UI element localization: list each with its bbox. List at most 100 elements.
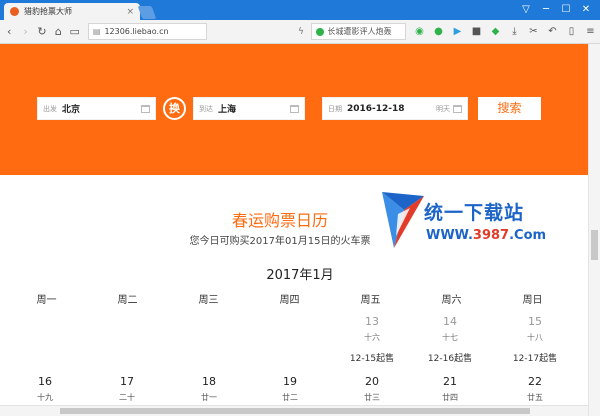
calendar-icon[interactable] xyxy=(453,104,462,113)
weekday-mon: 周一 xyxy=(36,295,57,306)
lunar-date: 十六 xyxy=(364,333,380,342)
search-engine-icon xyxy=(315,27,324,36)
date-label: 日期 xyxy=(328,104,342,113)
calendar-day[interactable]: 21 廿四 xyxy=(415,375,485,403)
calendar-day[interactable]: 19 廿二 xyxy=(255,375,325,403)
lunar-date: 十九 xyxy=(37,393,53,402)
station-list-icon[interactable] xyxy=(290,104,299,113)
weekday-thu: 周四 xyxy=(279,295,300,306)
extension-bar: ◉ ● ▶ ■ ◆ ⤓ ✂ ↶ ▯ ≡ xyxy=(410,23,600,41)
calendar-day[interactable]: 13 十六 12-15起售 xyxy=(337,315,407,364)
sale-start: 12-15起售 xyxy=(349,354,395,364)
search-banner: 出发 北京 换 到达 上海 日期 2016-12-18 明天 搜索 xyxy=(0,44,600,175)
day-number: 13 xyxy=(365,315,379,328)
swap-stations-button[interactable]: 换 xyxy=(163,97,186,120)
skin-icon[interactable]: ▽ xyxy=(516,2,536,18)
search-box-text: 长城遭影评人炮轰 xyxy=(327,27,392,36)
back-icon[interactable]: ‹ xyxy=(2,23,16,41)
calendar-day[interactable]: 22 廿五 xyxy=(500,375,570,403)
date-hint: 明天 xyxy=(436,104,450,113)
watermark-url-prefix: WWW. xyxy=(426,228,473,243)
undo-icon[interactable]: ↶ xyxy=(543,23,562,41)
day-number: 22 xyxy=(528,375,542,388)
sale-start: 12-17起售 xyxy=(512,354,558,364)
weekday-sun: 周日 xyxy=(522,295,543,306)
from-station-field[interactable]: 出发 北京 xyxy=(37,97,156,120)
calendar-day[interactable]: 15 十八 12-17起售 xyxy=(500,315,570,364)
extension-icon-1[interactable]: ◉ xyxy=(410,23,429,41)
day-number: 20 xyxy=(365,375,379,388)
minimize-icon[interactable]: ─ xyxy=(536,2,556,18)
forward-icon[interactable]: › xyxy=(18,23,32,41)
lunar-date: 十七 xyxy=(442,333,458,342)
station-list-icon[interactable] xyxy=(141,104,150,113)
calendar-subtitle: 您今日可购买2017年01月15日的火车票 xyxy=(189,236,371,247)
calendar-day[interactable]: 16 十九 xyxy=(10,375,80,403)
mask-icon[interactable]: ■ xyxy=(467,23,486,41)
lunar-date: 廿五 xyxy=(527,393,543,402)
tab-close-icon[interactable]: × xyxy=(126,7,134,17)
lunar-date: 廿一 xyxy=(201,393,217,402)
close-window-icon[interactable]: ✕ xyxy=(576,2,596,18)
sale-start: 12-16起售 xyxy=(427,354,473,364)
calendar-day[interactable]: 14 十七 12-16起售 xyxy=(415,315,485,364)
refresh-icon[interactable]: ↻ xyxy=(35,23,49,41)
weekday-header: 周一 周二 周三 周四 周五 周六 周日 xyxy=(6,291,594,306)
from-label: 出发 xyxy=(43,104,57,113)
browser-toolbar: ‹ › ↻ ⌂ ▭ ▤ 12306.liebao.cn ϟ 长城遭影评人炮轰 ◉… xyxy=(0,20,600,44)
calendar-month: 2017年1月 xyxy=(266,268,334,283)
weekday-tue: 周二 xyxy=(117,295,138,306)
home-icon[interactable]: ⌂ xyxy=(51,23,65,41)
browser-titlebar: 猎豹抢票大师 × ▽ ─ ☐ ✕ xyxy=(0,0,600,20)
weekday-wed: 周三 xyxy=(198,295,219,306)
new-tab-button[interactable] xyxy=(137,6,157,19)
play-icon[interactable]: ▶ xyxy=(448,23,467,41)
watermark-url: WWW.3987.Com xyxy=(426,228,546,243)
browser-search-box[interactable]: 长城遭影评人炮轰 xyxy=(310,23,406,40)
address-bar[interactable]: ▤ 12306.liebao.cn xyxy=(87,23,208,40)
tab-title: 猎豹抢票大师 xyxy=(24,7,72,16)
scissors-icon[interactable]: ✂ xyxy=(524,23,543,41)
browser-tab[interactable]: 猎豹抢票大师 × xyxy=(4,3,140,20)
lightning-icon[interactable]: ϟ xyxy=(295,27,306,37)
window-controls: ▽ ─ ☐ ✕ xyxy=(516,2,596,18)
bookmark-icon[interactable]: ▯ xyxy=(562,23,581,41)
reader-icon[interactable]: ▭ xyxy=(68,23,82,41)
watermark-url-suffix: .Com xyxy=(509,228,547,243)
calendar-day[interactable]: 17 二十 xyxy=(92,375,162,403)
watermark-logo: 统一下载站 WWW.3987.Com xyxy=(380,188,565,258)
calendar-day[interactable]: 20 廿三 xyxy=(337,375,407,403)
to-label: 到达 xyxy=(199,104,213,113)
download-icon[interactable]: ⤓ xyxy=(505,23,524,41)
address-url: 12306.liebao.cn xyxy=(104,27,169,36)
day-number: 21 xyxy=(443,375,457,388)
day-number: 17 xyxy=(120,375,134,388)
lunar-date: 廿四 xyxy=(442,393,458,402)
search-button[interactable]: 搜索 xyxy=(478,97,541,120)
to-station-field[interactable]: 到达 上海 xyxy=(193,97,305,120)
horizontal-scroll-thumb[interactable] xyxy=(60,408,530,414)
lunar-date: 廿三 xyxy=(364,393,380,402)
menu-icon[interactable]: ≡ xyxy=(581,23,600,41)
day-number: 18 xyxy=(202,375,216,388)
wechat-icon[interactable]: ● xyxy=(429,23,448,41)
calendar-day[interactable]: 18 廿一 xyxy=(174,375,244,403)
day-number: 16 xyxy=(38,375,52,388)
watermark-mark-icon xyxy=(382,192,424,248)
day-number: 14 xyxy=(443,315,457,328)
watermark-name: 统一下载站 xyxy=(424,202,525,224)
vertical-scrollbar[interactable] xyxy=(588,44,600,416)
game-icon[interactable]: ◆ xyxy=(486,23,505,41)
horizontal-scrollbar[interactable] xyxy=(0,405,588,416)
watermark-url-number: 3987 xyxy=(472,228,510,243)
vertical-scroll-thumb[interactable] xyxy=(591,230,598,260)
weekday-fri: 周五 xyxy=(360,295,381,306)
from-value: 北京 xyxy=(62,105,81,115)
lunar-date: 十八 xyxy=(527,333,543,342)
date-field[interactable]: 日期 2016-12-18 明天 xyxy=(322,97,468,120)
lunar-date: 二十 xyxy=(119,393,135,402)
lunar-date: 廿二 xyxy=(282,393,298,402)
maximize-icon[interactable]: ☐ xyxy=(556,2,576,18)
day-number: 15 xyxy=(528,315,542,328)
day-number: 19 xyxy=(283,375,297,388)
